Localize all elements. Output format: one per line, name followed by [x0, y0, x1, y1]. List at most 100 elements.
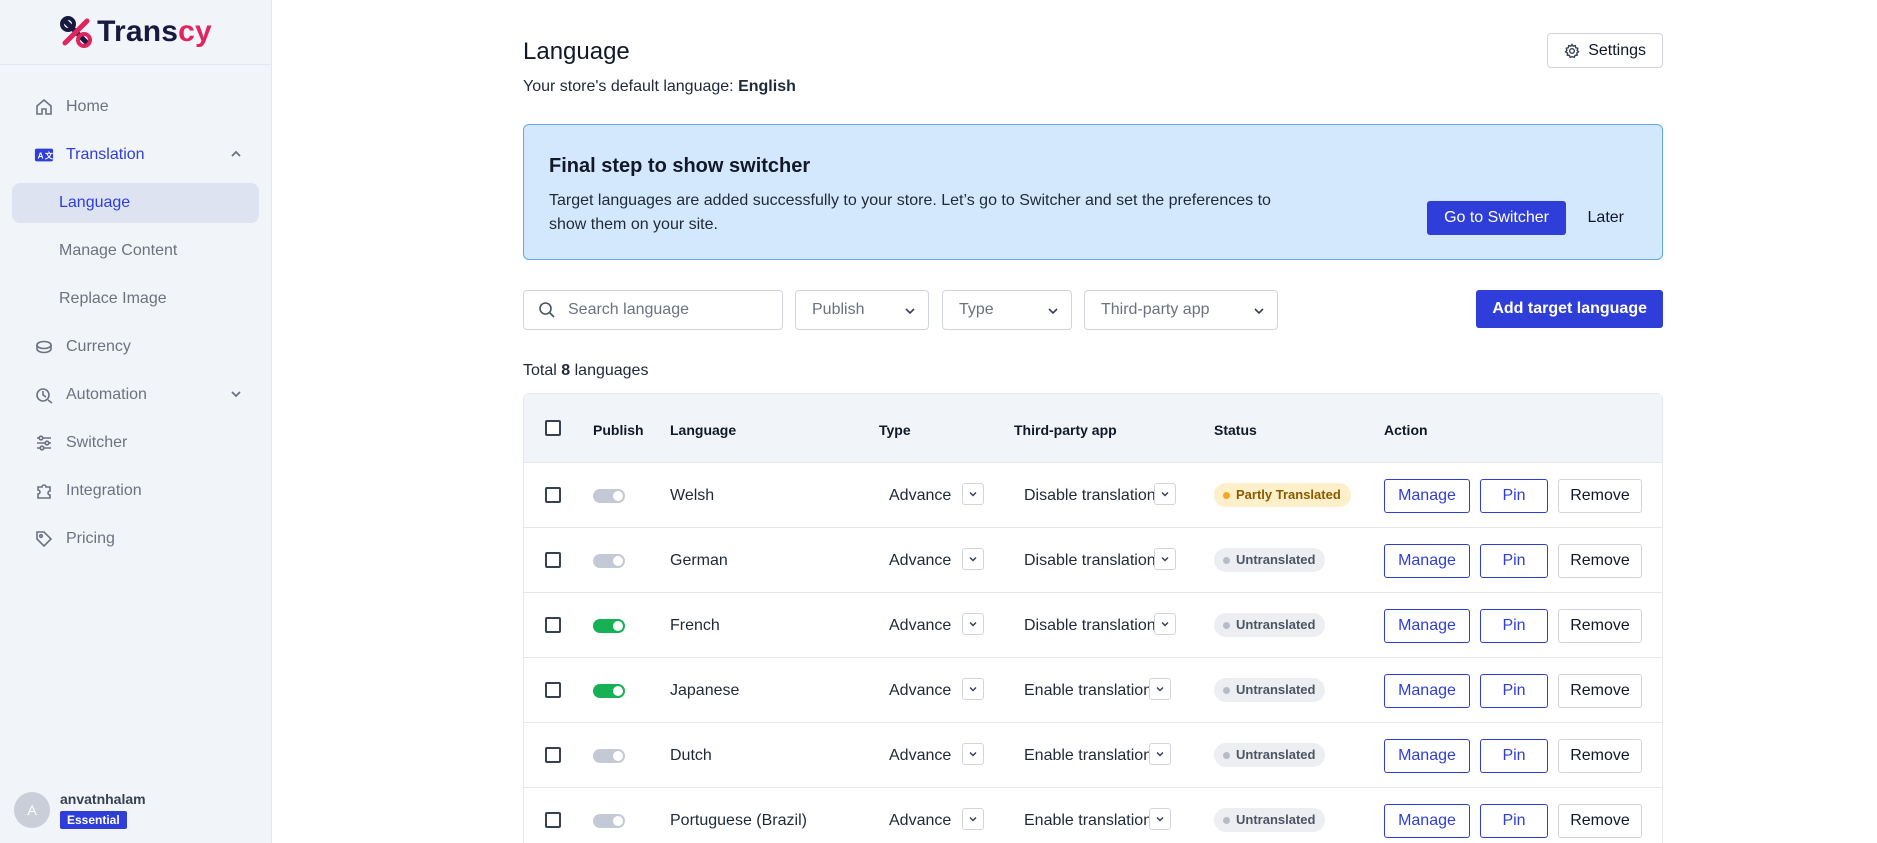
sidebar-item-switcher[interactable]: Switcher — [12, 423, 259, 463]
add-target-language-button[interactable]: Add target language — [1476, 290, 1663, 328]
status-badge: Untranslated — [1214, 808, 1326, 832]
pin-button[interactable]: Pin — [1480, 674, 1548, 708]
row-checkbox[interactable] — [545, 552, 561, 568]
type-dropdown[interactable] — [962, 613, 984, 635]
manage-button[interactable]: Manage — [1384, 544, 1470, 578]
remove-button[interactable]: Remove — [1558, 804, 1642, 838]
manage-button[interactable]: Manage — [1384, 609, 1470, 643]
third-party-value: Disable translation — [1024, 487, 1156, 504]
third-party-dropdown[interactable] — [1149, 808, 1171, 830]
remove-button[interactable]: Remove — [1558, 609, 1642, 643]
type-dropdown[interactable] — [962, 743, 984, 765]
type-filter[interactable]: Type — [942, 290, 1072, 330]
publish-toggle[interactable] — [593, 684, 625, 698]
banner-text: Target languages are added successfully … — [549, 192, 1271, 233]
publish-toggle[interactable] — [593, 489, 625, 503]
page-title: Language — [523, 38, 630, 65]
row-checkbox[interactable] — [545, 812, 561, 828]
row-checkbox[interactable] — [545, 617, 561, 633]
column-header-language: Language — [670, 422, 737, 438]
language-name: German — [670, 552, 728, 569]
puzzle-icon — [34, 481, 54, 501]
sidebar-subitem-replace-image[interactable]: Replace Image — [12, 279, 259, 319]
pin-button[interactable]: Pin — [1480, 544, 1548, 578]
filter-toolbar: Publish Type Third-party app Add target … — [523, 290, 1663, 330]
chevron-down-icon — [1161, 556, 1169, 562]
table-row: Japanese Advance Enable translation Untr… — [524, 658, 1662, 723]
row-checkbox[interactable] — [545, 682, 561, 698]
sidebar-item-integration[interactable]: Integration — [12, 471, 259, 511]
chevron-down-icon — [969, 686, 977, 692]
publish-toggle[interactable] — [593, 814, 625, 828]
chevron-up-icon[interactable] — [229, 147, 243, 161]
avatar: A — [14, 792, 50, 828]
status-badge: Untranslated — [1214, 613, 1326, 637]
sidebar-item-currency[interactable]: Currency — [12, 327, 259, 367]
publish-toggle[interactable] — [593, 619, 625, 633]
remove-button[interactable]: Remove — [1558, 674, 1642, 708]
pin-button[interactable]: Pin — [1480, 804, 1548, 838]
settings-button[interactable]: Settings — [1547, 33, 1663, 68]
brand-logo[interactable]: Transcy — [0, 0, 271, 65]
sidebar-item-automation[interactable]: Automation — [12, 375, 259, 415]
pin-button[interactable]: Pin — [1480, 739, 1548, 773]
chevron-down-icon — [969, 751, 977, 757]
table-header: Publish Language Type Third-party app St… — [524, 394, 1662, 463]
user-profile[interactable]: A anvatnhalam Essential — [14, 791, 146, 829]
publish-filter[interactable]: Publish — [795, 290, 929, 330]
sidebar-item-label: Pricing — [66, 530, 115, 547]
third-party-dropdown[interactable] — [1154, 483, 1176, 505]
type-dropdown[interactable] — [962, 483, 984, 505]
search-box[interactable] — [523, 290, 783, 330]
type-value: Advance — [889, 812, 952, 829]
status-badge: Untranslated — [1214, 548, 1326, 572]
chevron-down-icon — [969, 491, 977, 497]
table-row: French Advance Disable translation Untra… — [524, 593, 1662, 658]
go-to-switcher-button[interactable]: Go to Switcher — [1427, 201, 1566, 235]
chevron-down-icon — [905, 308, 915, 315]
third-party-dropdown[interactable] — [1149, 743, 1171, 765]
search-input[interactable] — [568, 301, 758, 319]
third-party-dropdown[interactable] — [1149, 678, 1171, 700]
status-badge: Untranslated — [1214, 743, 1326, 767]
remove-button[interactable]: Remove — [1558, 479, 1642, 513]
sidebar-item-label: Integration — [66, 482, 142, 499]
language-name: Welsh — [670, 487, 715, 504]
row-checkbox[interactable] — [545, 747, 561, 763]
language-count: Total 8 languages — [523, 362, 649, 379]
third-party-dropdown[interactable] — [1154, 548, 1176, 570]
publish-toggle[interactable] — [593, 554, 625, 568]
sidebar-subitem-manage-content[interactable]: Manage Content — [12, 231, 259, 271]
row-checkbox[interactable] — [545, 487, 561, 503]
manage-button[interactable]: Manage — [1384, 804, 1470, 838]
sidebar-item-translation[interactable]: A文 Translation — [12, 135, 259, 175]
type-dropdown[interactable] — [962, 548, 984, 570]
language-name: Japanese — [670, 682, 740, 699]
third-party-dropdown[interactable] — [1154, 613, 1176, 635]
third-party-value: Enable translation — [1024, 812, 1153, 829]
chevron-down-icon — [1156, 816, 1164, 822]
manage-button[interactable]: Manage — [1384, 739, 1470, 773]
currency-icon — [34, 337, 54, 357]
third-party-app-filter[interactable]: Third-party app — [1084, 290, 1278, 330]
brand-name: Transcy — [97, 15, 212, 48]
chevron-down-icon[interactable] — [229, 387, 243, 401]
pin-button[interactable]: Pin — [1480, 479, 1548, 513]
chevron-down-icon — [969, 621, 977, 627]
type-dropdown[interactable] — [962, 678, 984, 700]
sidebar-item-home[interactable]: Home — [12, 87, 259, 127]
later-button[interactable]: Later — [1588, 209, 1624, 227]
publish-toggle[interactable] — [593, 749, 625, 763]
sidebar-item-pricing[interactable]: Pricing — [12, 519, 259, 559]
sidebar-subitem-language[interactable]: Language — [12, 183, 259, 223]
status-badge: Untranslated — [1214, 678, 1326, 702]
type-dropdown[interactable] — [962, 808, 984, 830]
manage-button[interactable]: Manage — [1384, 674, 1470, 708]
select-all-checkbox[interactable] — [545, 420, 561, 436]
chevron-down-icon — [1156, 686, 1164, 692]
remove-button[interactable]: Remove — [1558, 739, 1642, 773]
manage-button[interactable]: Manage — [1384, 479, 1470, 513]
pin-button[interactable]: Pin — [1480, 609, 1548, 643]
sliders-icon — [34, 433, 54, 453]
remove-button[interactable]: Remove — [1558, 544, 1642, 578]
